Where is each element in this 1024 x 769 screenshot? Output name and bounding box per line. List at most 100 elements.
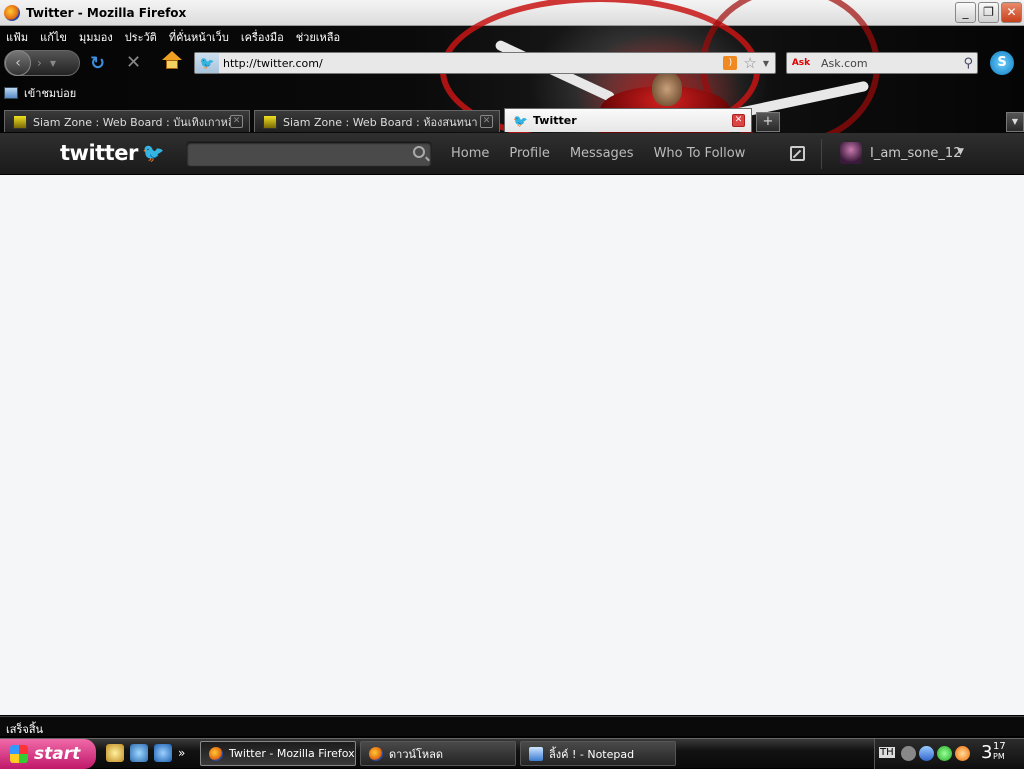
divider: [821, 139, 822, 169]
twitter-bird-icon: 🐦: [142, 143, 165, 164]
menu-tools[interactable]: เครื่องมือ: [241, 28, 284, 46]
ask-icon[interactable]: Ask: [787, 53, 815, 73]
nav-who-to-follow[interactable]: Who To Follow: [654, 146, 746, 161]
bookmark-star-icon[interactable]: ☆: [743, 54, 756, 72]
tab-twitter[interactable]: 🐦 Twitter ✕: [504, 108, 752, 132]
home-icon: [162, 51, 182, 60]
forward-button[interactable]: ›: [37, 56, 42, 70]
menu-help[interactable]: ช่วยเหลือ: [296, 28, 340, 46]
browser-chrome: แฟ้ม แก้ไข มุมมอง ประวัติ ที่คั่นหน้าเว็…: [0, 0, 1024, 146]
notepad-icon: [529, 746, 543, 761]
nav-messages[interactable]: Messages: [570, 146, 634, 161]
navigation-toolbar: ‹ › ▼ ↻ ✕ 🐦 http://twitter.com/ ) ☆ ▼ As…: [0, 48, 1024, 78]
account-username[interactable]: I_am_sone_12: [870, 146, 961, 161]
network-icon[interactable]: [919, 746, 934, 761]
language-indicator[interactable]: TH: [879, 747, 895, 758]
tab-label: Twitter: [533, 114, 577, 127]
nav-home[interactable]: Home: [451, 146, 489, 161]
clock-ampm: PM: [993, 752, 1005, 761]
url-input[interactable]: http://twitter.com/: [223, 57, 723, 70]
menu-view[interactable]: มุมมอง: [79, 28, 113, 46]
menu-bookmarks[interactable]: ที่คั่นหน้าเว็บ: [169, 28, 229, 46]
close-window-button[interactable]: ✕: [1001, 2, 1022, 23]
search-input[interactable]: Ask.com: [821, 57, 963, 70]
quick-launch: »: [106, 744, 185, 762]
windows-logo-icon: [10, 745, 28, 763]
rss-feed-icon[interactable]: ): [723, 56, 738, 70]
siamzone-icon: [263, 114, 277, 129]
tab-close-icon[interactable]: ✕: [732, 114, 745, 127]
bookmark-folder-icon: [4, 87, 18, 99]
clock-min-value: 17: [993, 741, 1006, 752]
home-icon-base: [166, 60, 178, 69]
compose-tweet-icon[interactable]: [790, 146, 805, 161]
twitter-bird-icon: 🐦: [513, 113, 528, 128]
list-all-tabs-button[interactable]: ▼: [1006, 112, 1024, 132]
twitter-bird-icon: 🐦: [195, 53, 219, 73]
media-player-icon[interactable]: [130, 744, 148, 762]
twitter-nav: Home Profile Messages Who To Follow: [451, 146, 765, 161]
stop-button[interactable]: ✕: [126, 52, 141, 73]
skype-icon[interactable]: S: [990, 51, 1014, 75]
antivirus-icon[interactable]: [955, 746, 970, 761]
search-bar[interactable]: Ask Ask.com ⚲: [786, 52, 978, 74]
tray-icons: [901, 746, 970, 761]
internet-explorer-icon[interactable]: [154, 744, 172, 762]
menu-file[interactable]: แฟ้ม: [6, 28, 28, 46]
clock-minutes[interactable]: 17 PM: [993, 742, 1006, 762]
task-label: ลิ้งค์ ! - Notepad: [549, 747, 635, 761]
task-label: Twitter - Mozilla Firefox: [229, 747, 355, 760]
minimize-button[interactable]: _: [955, 2, 976, 23]
menu-bar: แฟ้ม แก้ไข มุมมอง ประวัติ ที่คั่นหน้าเว็…: [0, 26, 340, 48]
twitter-topbar: twitter 🐦 Home Profile Messages Who To F…: [0, 133, 1024, 175]
tab-close-icon[interactable]: ✕: [230, 115, 243, 128]
page-content: [0, 175, 1024, 715]
bookmark-most-visited[interactable]: เข้าชมบ่อย: [24, 84, 76, 102]
messenger-icon[interactable]: [937, 746, 952, 761]
reload-button[interactable]: ↻: [90, 53, 105, 74]
tab-siamzone-chat[interactable]: Siam Zone : Web Board : ห้องสนทนา ✕: [254, 110, 500, 132]
tab-close-icon[interactable]: ✕: [480, 115, 493, 128]
menu-history[interactable]: ประวัติ: [125, 28, 157, 46]
home-button[interactable]: [162, 51, 182, 71]
task-notepad[interactable]: ลิ้งค์ ! - Notepad: [520, 741, 676, 766]
task-downloads[interactable]: ดาวน์โหลด: [360, 741, 516, 766]
url-bar[interactable]: 🐦 http://twitter.com/ ) ☆ ▼: [194, 52, 776, 74]
tray-arrow-icon[interactable]: [901, 746, 916, 761]
history-dropdown-icon[interactable]: ▼: [50, 59, 56, 68]
chevron-right-icon[interactable]: »: [178, 744, 185, 762]
firefox-icon: [369, 746, 383, 761]
start-button[interactable]: start: [0, 739, 96, 769]
status-bar: เสร็จสิ้น: [0, 716, 1024, 736]
clock-hour[interactable]: 3: [981, 742, 992, 763]
tab-label: Siam Zone : Web Board : ห้องสนทนา: [283, 115, 478, 129]
search-icon[interactable]: [413, 146, 425, 158]
window-controls: _ ❐ ✕: [955, 2, 1022, 23]
task-firefox[interactable]: Twitter - Mozilla Firefox: [200, 741, 356, 766]
new-tab-button[interactable]: +: [756, 112, 780, 132]
twitter-search-input[interactable]: [186, 141, 432, 167]
tab-strip: Siam Zone : Web Board : บันเทิงเกาหลี ✕ …: [0, 108, 1024, 133]
twitter-logo[interactable]: twitter: [60, 141, 138, 165]
nav-profile[interactable]: Profile: [509, 146, 549, 161]
window-title: Twitter - Mozilla Firefox: [26, 5, 187, 20]
firefox-icon: [4, 4, 20, 21]
back-button[interactable]: ‹: [5, 50, 31, 76]
siamzone-icon: [13, 114, 27, 129]
task-label: ดาวน์โหลด: [389, 747, 444, 761]
firefox-icon: [209, 746, 223, 761]
url-dropdown-icon[interactable]: ▼: [763, 59, 769, 68]
search-go-icon[interactable]: ⚲: [963, 56, 973, 71]
tab-siamzone-korea[interactable]: Siam Zone : Web Board : บันเทิงเกาหลี ✕: [4, 110, 250, 132]
start-label: start: [34, 744, 81, 764]
status-text: เสร็จสิ้น: [6, 723, 44, 736]
menu-edit[interactable]: แก้ไข: [40, 28, 67, 46]
show-desktop-icon[interactable]: [106, 744, 124, 762]
bookmarks-toolbar: เข้าชมบ่อย: [0, 82, 76, 104]
restore-button[interactable]: ❐: [978, 2, 999, 23]
windows-taskbar: start » Twitter - Mozilla Firefox ดาวน์โ…: [0, 738, 1024, 769]
tab-label: Siam Zone : Web Board : บันเทิงเกาหลี: [33, 115, 230, 129]
back-forward-group: ‹ › ▼: [4, 50, 80, 76]
avatar[interactable]: [840, 142, 862, 164]
chevron-down-icon[interactable]: ▼: [957, 147, 964, 157]
